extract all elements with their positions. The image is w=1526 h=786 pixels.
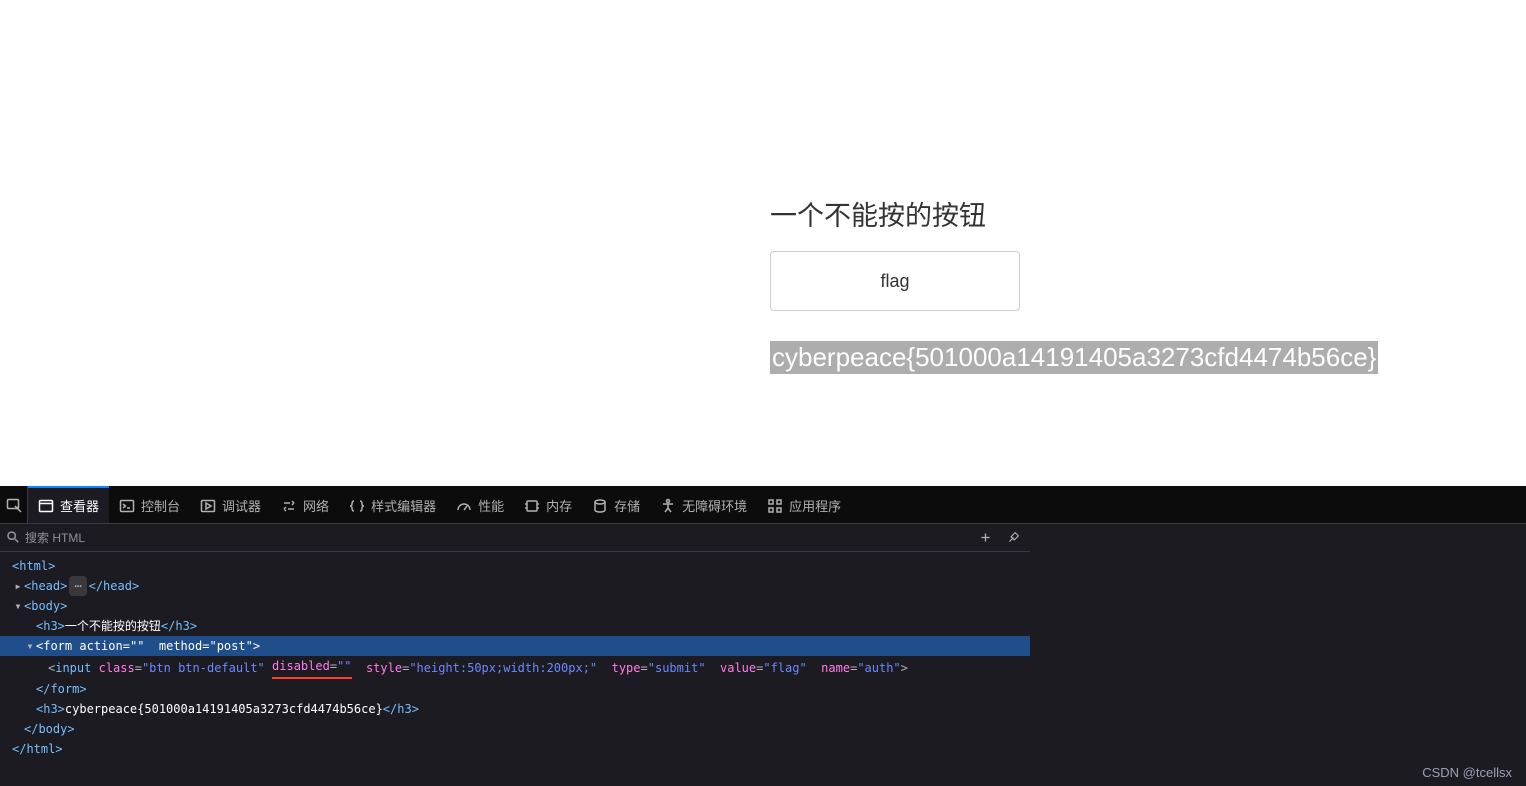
dom-row[interactable]: <html> — [0, 556, 1030, 576]
tab-label: 控制台 — [141, 496, 180, 515]
tab-style-editor[interactable]: 样式编辑器 — [339, 486, 446, 523]
rendered-page: 一个不能按的按钮 flag cyberpeace{501000a14191405… — [0, 0, 1526, 486]
tab-label: 查看器 — [60, 496, 99, 515]
tab-label: 无障碍环境 — [682, 496, 747, 515]
add-node-button[interactable] — [974, 527, 996, 549]
dom-row[interactable]: <h3>cyberpeace{501000a14191405a3273cfd44… — [0, 699, 1030, 719]
style-icon — [349, 498, 365, 514]
dom-row[interactable]: </form> — [0, 679, 1030, 699]
memory-icon — [524, 498, 540, 514]
tab-memory[interactable]: 内存 — [514, 486, 582, 523]
dom-tree[interactable]: <html> ▸<head>⋯</head> ▾<body> <h3>一个不能按… — [0, 552, 1030, 763]
dom-row[interactable]: </body> — [0, 719, 1030, 739]
element-picker-button[interactable] — [0, 486, 28, 523]
watermark: CSDN @tcellsx — [1422, 765, 1512, 780]
html-search-bar — [0, 524, 1030, 552]
inspector-icon — [38, 498, 54, 514]
tab-label: 网络 — [303, 496, 329, 515]
dom-row[interactable]: ▸<head>⋯</head> — [0, 576, 1030, 596]
dom-row[interactable]: <h3>一个不能按的按钮</h3> — [0, 616, 1030, 636]
dom-row[interactable]: </html> — [0, 739, 1030, 759]
tab-accessibility[interactable]: 无障碍环境 — [650, 486, 757, 523]
tab-console[interactable]: 控制台 — [109, 486, 190, 523]
tab-label: 存储 — [614, 496, 640, 515]
flag-button[interactable]: flag — [770, 251, 1020, 311]
network-icon — [281, 498, 297, 514]
search-input[interactable] — [25, 531, 968, 545]
expand-toggle[interactable]: ▸ — [12, 576, 24, 596]
eyedropper-button[interactable] — [1002, 527, 1024, 549]
collapse-toggle[interactable]: ▾ — [24, 636, 36, 656]
tab-label: 样式编辑器 — [371, 496, 436, 515]
devtools-tabstrip: 查看器 控制台 调试器 网络 样式编辑器 — [0, 486, 1526, 524]
storage-icon — [592, 498, 608, 514]
tab-label: 内存 — [546, 496, 572, 515]
collapse-toggle[interactable]: ▾ — [12, 596, 24, 616]
search-icon — [6, 530, 19, 546]
dom-row-selected[interactable]: ▾<form action="" method="post"> — [0, 636, 1030, 656]
tab-label: 性能 — [478, 496, 504, 515]
tab-label: 调试器 — [222, 496, 261, 515]
console-icon — [119, 498, 135, 514]
tab-application[interactable]: 应用程序 — [757, 486, 851, 523]
application-icon — [767, 498, 783, 514]
devtools-panel: 查看器 控制台 调试器 网络 样式编辑器 — [0, 486, 1526, 786]
tab-network[interactable]: 网络 — [271, 486, 339, 523]
tab-performance[interactable]: 性能 — [446, 486, 514, 523]
dom-row[interactable]: ▾<body> — [0, 596, 1030, 616]
performance-icon — [456, 498, 472, 514]
tab-storage[interactable]: 存储 — [582, 486, 650, 523]
ellipsis-icon[interactable]: ⋯ — [69, 576, 86, 596]
tab-label: 应用程序 — [789, 496, 841, 515]
tab-inspector[interactable]: 查看器 — [28, 486, 109, 523]
dom-row-input[interactable]: <input class="btn btn-default" disabled=… — [0, 656, 1030, 679]
tab-debugger[interactable]: 调试器 — [190, 486, 271, 523]
page-title: 一个不能按的按钮 — [770, 194, 1020, 233]
debugger-icon — [200, 498, 216, 514]
flag-output: cyberpeace{501000a14191405a3273cfd4474b5… — [770, 341, 1378, 374]
accessibility-icon — [660, 498, 676, 514]
